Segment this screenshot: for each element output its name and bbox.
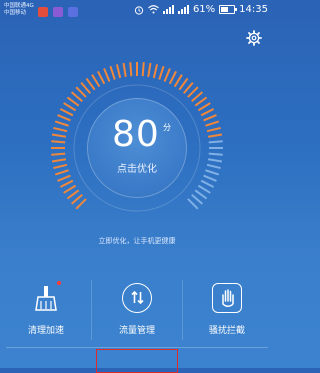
highlight-box: [96, 349, 178, 373]
dial-tick-active: [158, 65, 165, 80]
dial-tick-active: [51, 152, 66, 156]
carrier-info: 中国联通4G 中国移动: [4, 3, 34, 17]
dial-tick-inactive: [205, 169, 220, 176]
optimize-label[interactable]: 点击优化: [117, 160, 157, 175]
dial-tick-active: [122, 62, 127, 78]
tool-data-management[interactable]: 流量管理: [97, 283, 177, 336]
dial-tick-active: [51, 140, 66, 144]
dial-tick-active: [70, 193, 83, 205]
tool-label: 流量管理: [118, 326, 155, 336]
dial-tick-active: [51, 133, 67, 138]
dial-tick-active: [163, 68, 171, 82]
dial-tick-active: [109, 65, 116, 80]
tool-divider: [182, 280, 183, 340]
dial-tick-active: [191, 91, 204, 103]
dial-tick-active: [63, 102, 77, 112]
dial-tick-active: [152, 64, 159, 79]
battery-icon: [219, 5, 238, 14]
dial-tick-active: [53, 163, 68, 170]
dial-tick-inactive: [207, 158, 223, 163]
optimize-tip: 立即优化，让手机更健康: [98, 237, 176, 245]
bottom-divider: [6, 347, 268, 348]
notification-app-icon: [68, 7, 78, 17]
dial-tick-inactive: [203, 174, 217, 182]
wifi-icon: [148, 5, 159, 14]
dial-tick-active: [54, 120, 69, 127]
dial-tick-active: [200, 108, 215, 117]
status-right: 61% 14:35: [134, 4, 268, 15]
broom-icon: [31, 281, 61, 313]
dial-tick-active: [80, 81, 92, 94]
dial-tick-active: [91, 74, 101, 88]
tool-divider: [91, 280, 92, 340]
dial-tick-active: [70, 91, 83, 103]
tool-label: 清理加速: [27, 326, 64, 336]
dial-tick-active: [141, 62, 145, 77]
dial-tick-active: [182, 81, 194, 94]
dial-tick-active: [194, 96, 208, 107]
alarm-icon: [134, 5, 144, 15]
hand-block-icon: [212, 283, 242, 313]
dial-tick-active: [66, 189, 80, 200]
dial-tick-inactive: [194, 189, 208, 200]
dial-tick-inactive: [208, 140, 223, 144]
dial-tick-active: [75, 198, 87, 210]
dial-tick-inactive: [200, 179, 215, 188]
signal-icon-2: [177, 5, 189, 14]
tool-harassment-block[interactable]: 骚扰拦截: [187, 283, 267, 336]
carrier-1: 中国联通4G: [4, 3, 34, 9]
dial-tick-inactive: [206, 163, 221, 170]
dial-tick-active: [66, 96, 80, 107]
dial-tick-active: [187, 86, 199, 98]
dial-tick-active: [115, 64, 122, 79]
dial-tick-active: [197, 102, 211, 112]
dial-tick-active: [75, 86, 87, 98]
clock: 14:35: [239, 4, 268, 15]
dial-tick-active: [53, 126, 68, 133]
new-badge: [57, 281, 61, 285]
signal-icon: [162, 5, 174, 14]
dial-tick-inactive: [187, 198, 199, 210]
dial-tick-active: [51, 158, 67, 163]
dial-tick-active: [57, 174, 71, 182]
notification-icons: [38, 7, 78, 17]
health-score: 80: [112, 114, 160, 155]
dial-tick-active: [203, 114, 217, 122]
dial-tick-active: [205, 120, 220, 127]
dial-tick-active: [85, 77, 96, 91]
battery-percent: 61%: [192, 4, 216, 15]
dial-tick-active: [97, 70, 106, 85]
tool-label: 骚扰拦截: [208, 326, 245, 336]
dial-tick-active: [129, 62, 133, 77]
score-unit: 分: [163, 123, 171, 132]
dial-tick-active: [59, 179, 74, 188]
dial-tick-active: [173, 74, 183, 88]
dial-tick-active: [206, 126, 221, 133]
dial-tick-active: [63, 184, 77, 194]
dial-tick-inactive: [191, 193, 204, 205]
notification-app-icon: [38, 7, 48, 17]
data-arrows-icon: [122, 283, 152, 313]
status-bar: 中国联通4G 中国移动 61% 14:35: [0, 0, 274, 24]
dial-tick-active: [103, 68, 111, 82]
dial-tick-active: [59, 108, 74, 117]
dial-tick-inactive: [197, 184, 211, 194]
dial-tick-inactive: [208, 152, 223, 156]
dial-tick-active: [207, 133, 223, 138]
carrier-2: 中国移动: [4, 10, 27, 16]
dial-tick-active: [147, 62, 152, 78]
dial-tick-active: [54, 169, 69, 176]
dial-tick-active: [57, 114, 71, 122]
notification-app-icon: [53, 7, 63, 17]
dial-tick-active: [168, 70, 177, 85]
dial-tick-active: [178, 77, 189, 91]
tool-cleanup-accelerate[interactable]: 清理加速: [6, 281, 86, 336]
